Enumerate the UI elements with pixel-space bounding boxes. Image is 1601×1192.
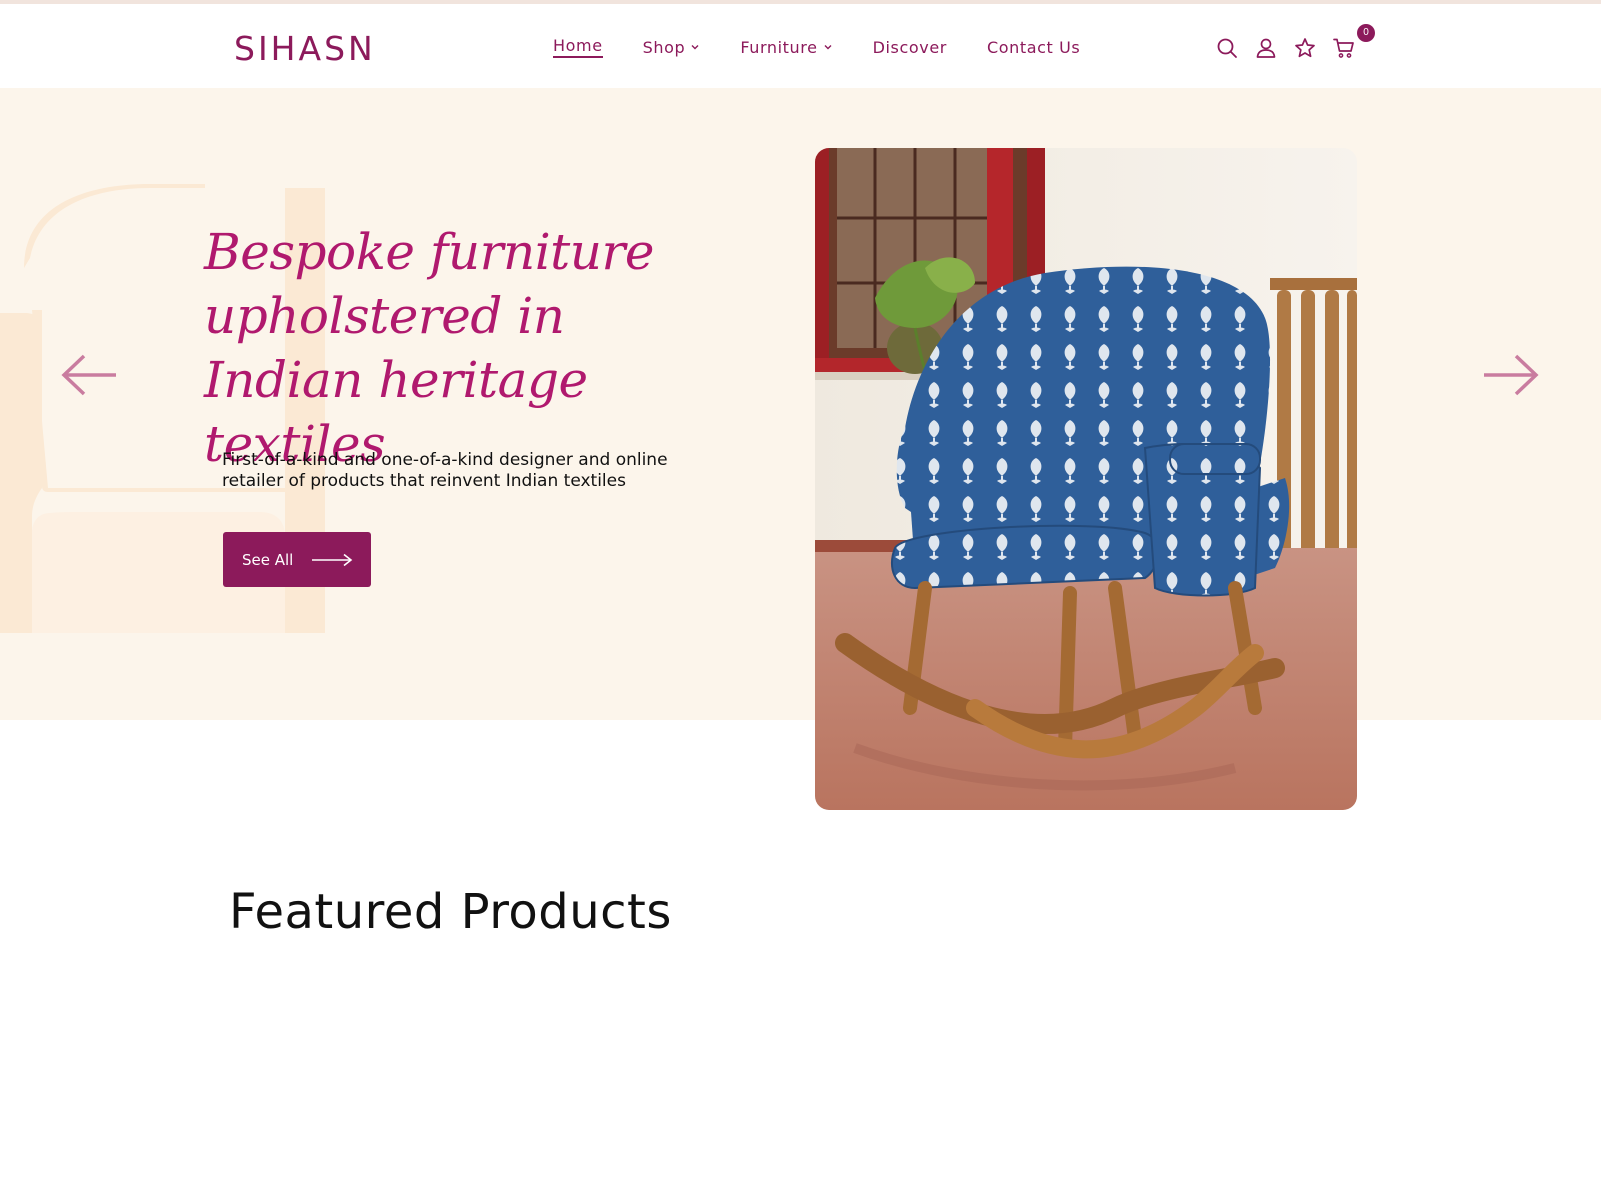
arrow-right-icon [1484, 354, 1539, 396]
logo-mark: SIHASN [234, 29, 376, 68]
site-header: SIHASN Home Shop Furniture Discover Cont… [0, 4, 1601, 88]
site-logo[interactable]: SIHASN [234, 22, 394, 70]
nav-item-contact[interactable]: Contact Us [987, 38, 1080, 57]
logo-text: SIHASN [234, 29, 376, 68]
wishlist-star-icon[interactable] [1293, 36, 1317, 60]
nav-item-furniture[interactable]: Furniture [740, 38, 832, 57]
hero-banner: Bespoke furniture upholstered in Indian … [0, 88, 1601, 720]
nav-label-home: Home [553, 36, 603, 58]
rocking-chair-illustration [815, 148, 1357, 810]
see-all-label: See All [242, 550, 294, 569]
user-icon[interactable] [1254, 36, 1278, 60]
featured-products-heading: Featured Products [229, 884, 672, 940]
chevron-down-icon [691, 45, 699, 50]
nav-item-discover[interactable]: Discover [873, 38, 947, 57]
cart-icon[interactable] [1332, 36, 1356, 60]
slider-prev-button[interactable] [60, 352, 120, 398]
arrow-right-icon [312, 553, 353, 566]
header-icons [1215, 33, 1371, 63]
nav-label-shop: Shop [642, 37, 686, 57]
hero-product-image [815, 148, 1357, 810]
hero-subtitle: First-of-a-kind and one-of-a-kind design… [222, 450, 668, 491]
cart-count-badge: 0 [1357, 24, 1375, 42]
nav-label-furniture: Furniture [740, 37, 818, 57]
chevron-down-icon [824, 45, 832, 50]
nav-label-contact: Contact Us [986, 37, 1081, 57]
hero-script-title: Bespoke furniture upholstered in Indian … [204, 223, 654, 473]
arrow-left-icon [61, 354, 116, 396]
main-nav: Home Shop Furniture Discover Contact Us [553, 32, 1120, 62]
nav-item-shop[interactable]: Shop [643, 38, 701, 57]
slider-next-button[interactable] [1480, 352, 1540, 398]
search-icon[interactable] [1215, 36, 1239, 60]
nav-item-home[interactable]: Home [553, 36, 603, 58]
see-all-button[interactable]: See All [223, 532, 371, 587]
nav-label-discover: Discover [872, 37, 947, 57]
